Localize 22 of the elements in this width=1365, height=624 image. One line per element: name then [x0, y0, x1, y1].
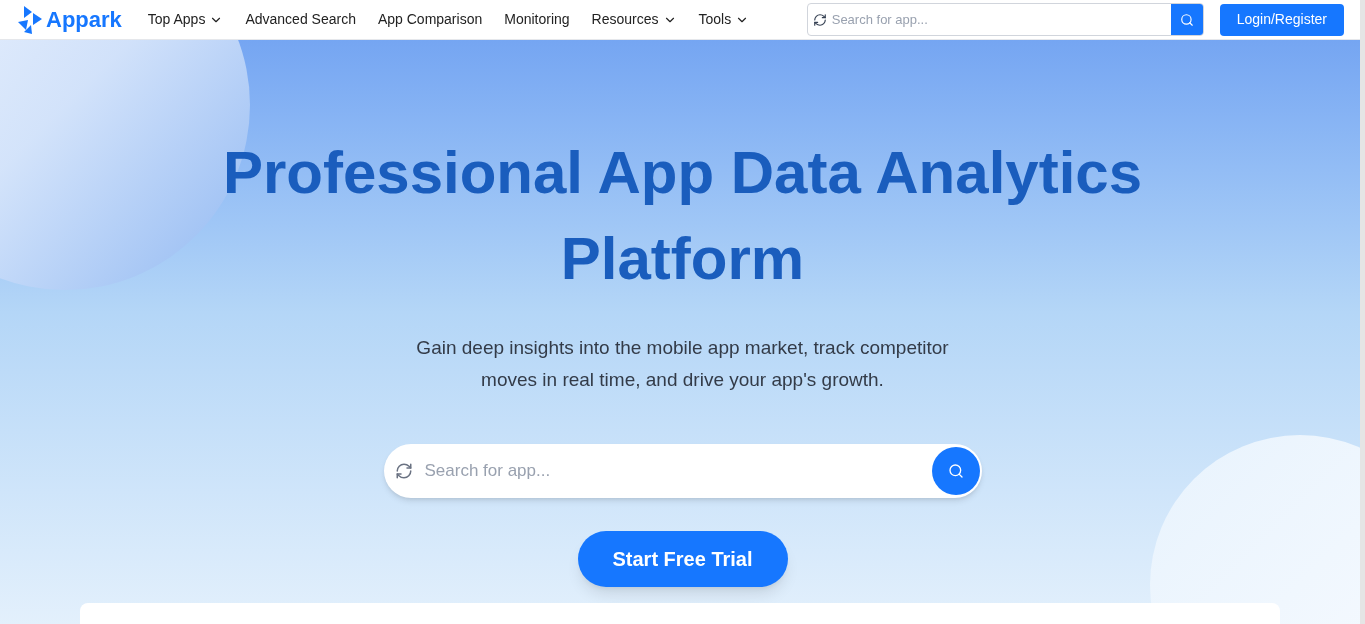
refresh-icon: [394, 462, 413, 480]
search-input[interactable]: Search for app...: [424, 458, 932, 484]
search-icon: [1179, 12, 1194, 27]
search-icon: [947, 463, 964, 479]
logo-icon: [18, 5, 42, 34]
hero-search-field[interactable]: Search for app...: [383, 444, 982, 498]
nav-link[interactable]: Resources: [591, 9, 677, 30]
search-button[interactable]: [931, 447, 980, 495]
nav-link[interactable]: App Comparison: [377, 9, 483, 30]
refresh-icon: [812, 12, 827, 27]
nav-link[interactable]: Top Apps: [147, 9, 224, 30]
brand-name: Appark: [46, 6, 122, 34]
nav-link[interactable]: Advanced Search: [245, 9, 356, 30]
header-search-field[interactable]: Search for app...: [806, 3, 1204, 36]
hero-title: Professional App Data Analytics Platform: [221, 138, 1144, 294]
search-button[interactable]: [1170, 4, 1203, 35]
nav-link[interactable]: Monitoring: [504, 9, 570, 30]
hero-subtitle: Gain deep insights into the mobile app market, track competitor moves in real time, and drive your app's growth.: [415, 336, 950, 392]
login-register-button[interactable]: Login/Register: [1219, 3, 1344, 36]
nav-link[interactable]: Tools: [698, 9, 750, 30]
search-input[interactable]: Search for app...: [831, 9, 1171, 30]
start-free-trial-button[interactable]: Start Free Trial: [577, 531, 788, 587]
